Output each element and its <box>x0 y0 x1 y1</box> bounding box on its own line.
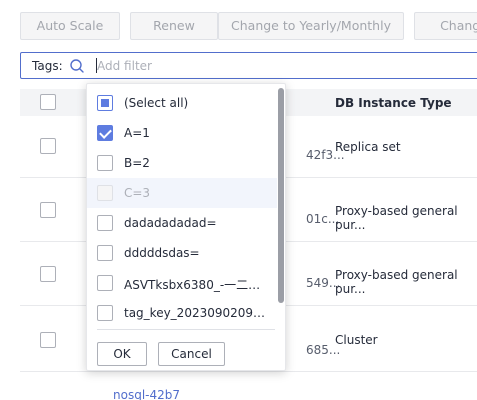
row-checkbox[interactable] <box>40 266 56 282</box>
option-item[interactable]: C=3 <box>87 178 277 208</box>
option-checkbox[interactable] <box>97 245 113 261</box>
option-checkbox[interactable] <box>97 275 113 291</box>
instance-type: Proxy-based general pur... <box>335 204 458 232</box>
option-label: dadadadadad= <box>124 216 217 230</box>
instance-type: Proxy-based general pur... <box>335 268 458 296</box>
option-item[interactable]: dddddsdas= <box>87 238 277 268</box>
option-checkbox[interactable] <box>97 95 113 111</box>
tag-filter-dropdown: (Select all) A=1 B=2 C=3 dadadadadad= dd… <box>86 83 286 371</box>
tags-label: Tags: <box>32 59 63 73</box>
option-label: (Select all) <box>124 96 189 110</box>
option-select-all[interactable]: (Select all) <box>87 88 277 118</box>
option-checkbox[interactable] <box>97 305 113 321</box>
filter-input[interactable]: Add filter <box>97 59 152 73</box>
option-item[interactable]: A=1 <box>87 118 277 148</box>
ok-button[interactable]: OK <box>97 342 147 366</box>
row-checkbox[interactable] <box>40 202 56 218</box>
option-label: B=2 <box>124 156 150 170</box>
option-checkbox[interactable] <box>97 215 113 231</box>
row-checkbox[interactable] <box>40 138 56 154</box>
change-button[interactable]: Change <box>414 12 477 40</box>
option-label: C=3 <box>124 186 151 200</box>
toolbar: Auto Scale Renew Change to Yearly/Monthl… <box>20 12 477 40</box>
instance-name-link[interactable]: nosql-42b7 <box>113 388 180 400</box>
select-all-rows-checkbox[interactable] <box>40 94 56 110</box>
option-checkbox[interactable] <box>97 185 113 201</box>
option-item[interactable]: tag_key_2023090209212... <box>87 298 277 328</box>
divider <box>97 329 275 330</box>
instance-type: Cluster <box>335 333 378 347</box>
renew-button[interactable]: Renew <box>130 12 218 40</box>
option-item[interactable]: B=2 <box>87 148 277 178</box>
search-icon <box>70 59 84 73</box>
row-checkbox[interactable] <box>40 332 56 348</box>
instance-type: Replica set <box>335 140 401 154</box>
option-label: A=1 <box>124 126 150 140</box>
option-item[interactable]: ASVTksbx6380_-一二三=... <box>87 268 277 298</box>
cancel-button[interactable]: Cancel <box>158 342 225 366</box>
option-label: dddddsdas= <box>124 246 200 260</box>
option-label: tag_key_2023090209212... <box>124 306 272 320</box>
option-label: ASVTksbx6380_-一二三=... <box>124 278 272 292</box>
dropdown-scrollbar[interactable] <box>278 88 284 303</box>
tag-filter-bar[interactable]: Tags: Add filter <box>20 52 477 79</box>
change-to-yearly-monthly-button[interactable]: Change to Yearly/Monthly <box>218 12 404 40</box>
option-checkbox[interactable] <box>97 125 113 141</box>
option-checkbox[interactable] <box>97 155 113 171</box>
auto-scale-button[interactable]: Auto Scale <box>20 12 120 40</box>
option-item[interactable]: dadadadadad= <box>87 208 277 238</box>
column-header-db-instance-type[interactable]: DB Instance Type <box>335 96 452 110</box>
